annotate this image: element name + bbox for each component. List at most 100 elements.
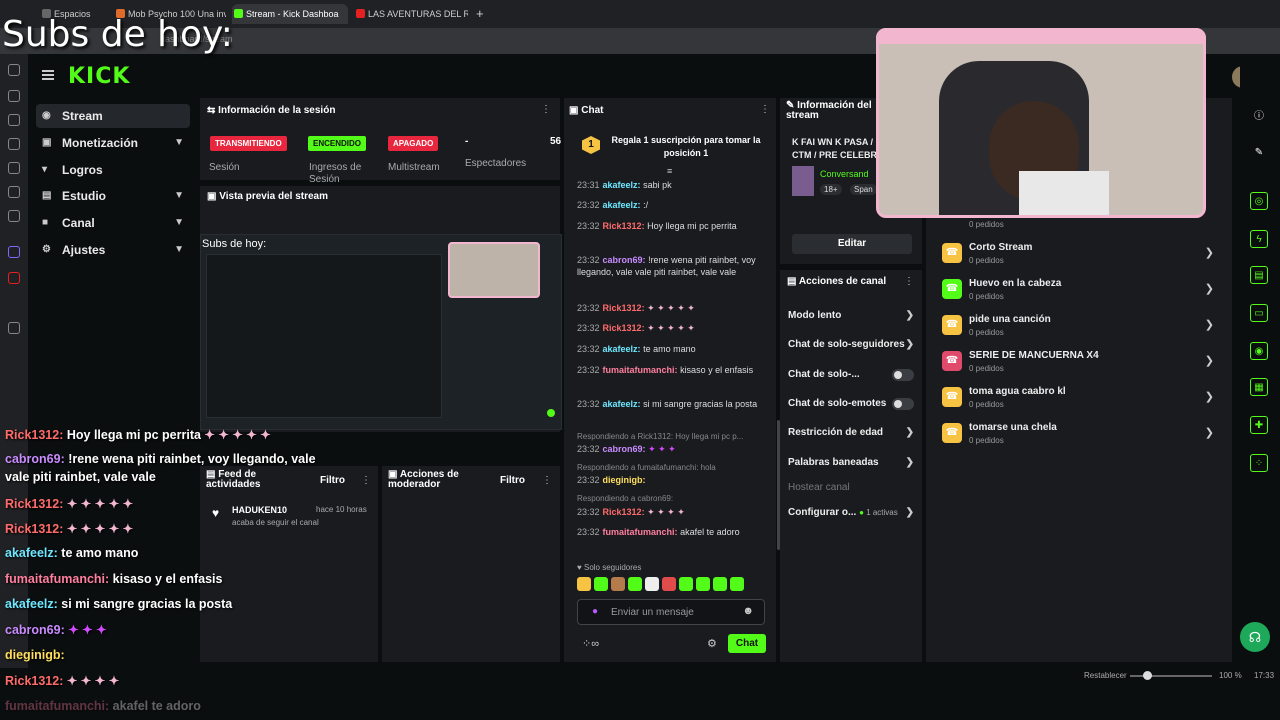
activity-user[interactable]: HADUKEN10 xyxy=(232,505,287,515)
lightning-icon[interactable]: ϟ xyxy=(1250,230,1268,248)
phone-icon: ☎ xyxy=(942,387,962,407)
chat-message[interactable]: 23:32 Rick1312: ✦ ✦ ✦ ✦ ✦ xyxy=(577,322,767,334)
chat-message[interactable]: 23:32 Rick1312: ✦ ✦ ✦ ✦ xyxy=(577,506,767,518)
chat-message[interactable]: 23:32 akafeelz: te amo mano xyxy=(577,343,767,355)
activity-filter-button[interactable]: Filtro xyxy=(320,475,345,486)
add-panel-icon[interactable] xyxy=(8,322,20,334)
configure-action[interactable]: Configurar o... ● 1 activas ❯ xyxy=(788,507,914,518)
slow-mode-action[interactable]: Modo lento ❯ xyxy=(788,310,914,321)
mod-filter-button[interactable]: Filtro xyxy=(500,475,525,486)
chat-message[interactable]: 23:32 Rick1312: Hoy llega mi pc perrita xyxy=(577,220,767,232)
emote-button[interactable] xyxy=(611,577,625,591)
pin-icon[interactable]: ≡ xyxy=(667,166,672,176)
banned-words-action[interactable]: Palabras baneadas ❯ xyxy=(788,457,914,468)
chat-message[interactable]: 23:32 fumaitafumanchi: akafel te adoro xyxy=(577,526,767,538)
sidebar-item-ajustes[interactable]: ⚙ Ajustes ▼ xyxy=(36,238,190,262)
chat-message[interactable]: 23:32 cabron69: !rene wena piti rainbet, … xyxy=(577,254,767,278)
reward-item[interactable]: ☎ toma agua caabro kl 0 pedidos ❯ xyxy=(940,384,1220,414)
reward-item[interactable]: ☎ SERIE DE MANCUERNA X4 0 pedidos ❯ xyxy=(940,348,1220,378)
sidebar-item-monetizacion[interactable]: ▣ Monetización ▼ xyxy=(36,131,190,155)
nodes-icon[interactable]: ⁘ xyxy=(1250,454,1268,472)
category-thumbnail[interactable] xyxy=(792,166,814,196)
tab-youtube[interactable]: LAS AVENTURAS DEL REN xyxy=(354,4,468,24)
reply-context[interactable]: Respondiendo a Rick1312: Hoy llega mi pc… xyxy=(577,431,767,443)
subs-only-toggle[interactable] xyxy=(892,369,914,381)
chat-message[interactable]: 23:32 akafeelz: :/ xyxy=(577,199,767,211)
broadcast-icon[interactable]: ◉ xyxy=(1250,342,1268,360)
microphone-icon[interactable]: ● xyxy=(592,606,598,617)
document-icon[interactable]: ▤ xyxy=(1250,266,1268,284)
emote-button[interactable] xyxy=(577,577,591,591)
chat-message[interactable]: 23:32 akafeelz: si mi sangre gracias la p… xyxy=(577,398,767,410)
zoom-level: 100 % xyxy=(1219,671,1242,680)
chat-message[interactable]: 23:32 Rick1312: ✦ ✦ ✦ ✦ ✦ xyxy=(577,302,767,314)
emote-button[interactable] xyxy=(696,577,710,591)
age-restriction-action[interactable]: Restricción de edad ❯ xyxy=(788,427,914,438)
emote-button[interactable] xyxy=(679,577,693,591)
zoom-slider-handle[interactable] xyxy=(1143,671,1152,680)
reward-item[interactable]: ☎ Corto Stream 0 pedidos ❯ xyxy=(940,240,1220,270)
emote-button[interactable] xyxy=(645,577,659,591)
kick-favicon xyxy=(234,9,243,18)
pencil-icon[interactable]: ✎ xyxy=(1250,144,1268,162)
chat-bubble-icon[interactable]: ▭ xyxy=(1250,304,1268,322)
more-options-icon[interactable]: ⋮ xyxy=(760,104,770,115)
emote-button[interactable] xyxy=(628,577,642,591)
sidebar-item-estudio[interactable]: ▤ Estudio ▼ xyxy=(36,184,190,208)
more-options-icon[interactable]: ⋮ xyxy=(904,276,914,287)
gear-icon[interactable]: ⚙ xyxy=(707,637,717,650)
chat-message[interactable]: 23:32 dieginigb: xyxy=(577,474,767,486)
emote-button[interactable] xyxy=(662,577,676,591)
download-icon[interactable] xyxy=(8,90,20,102)
sidebar-item-canal[interactable]: ■ Canal ▼ xyxy=(36,211,190,235)
emote-row: ✦ ✦ ✦ ✦ xyxy=(647,507,685,517)
tag-age[interactable]: 18+ xyxy=(820,184,842,195)
more-options-icon[interactable]: ⋮ xyxy=(361,475,371,486)
bookmark-icon[interactable] xyxy=(8,64,20,76)
notes-icon[interactable] xyxy=(8,138,20,150)
mail-icon[interactable] xyxy=(8,162,20,174)
music-icon[interactable] xyxy=(8,186,20,198)
vivaldi-icon[interactable] xyxy=(8,272,20,284)
tab-kick-dashboard[interactable]: Stream - Kick Dashboa xyxy=(232,4,348,24)
new-tab-button[interactable]: + xyxy=(474,4,490,24)
emote-button[interactable] xyxy=(730,577,744,591)
reply-context[interactable]: Respondiendo a cabron69: xyxy=(577,493,767,505)
more-options-icon[interactable]: ⋮ xyxy=(541,104,551,115)
more-options-icon[interactable]: ⋮ xyxy=(542,475,552,486)
chat-message[interactable]: 23:31 akafeelz: sabi pk xyxy=(577,179,767,191)
emote-button[interactable] xyxy=(594,577,608,591)
reply-context[interactable]: Respondiendo a fumaitafumanchi: hola xyxy=(577,462,767,474)
edit-stream-button[interactable]: Editar xyxy=(792,234,912,254)
emote-button[interactable] xyxy=(713,577,727,591)
sidebar-item-stream[interactable]: ◉ Stream xyxy=(36,104,190,128)
subs-only-action: Chat de solo-... xyxy=(788,369,914,381)
restore-zoom-button[interactable]: Restablecer xyxy=(1084,671,1127,680)
menu-icon[interactable] xyxy=(42,70,54,80)
mastodon-icon[interactable] xyxy=(8,246,20,258)
reward-item[interactable]: ☎ tomarse una chela 0 pedidos ❯ xyxy=(940,420,1220,450)
chat-message[interactable]: 23:32 fumaitafumanchi: kisaso y el enfasi… xyxy=(577,364,767,376)
wrench-icon[interactable]: ✚ xyxy=(1250,416,1268,434)
info-icon[interactable]: ⓘ xyxy=(1250,108,1268,126)
kick-logo[interactable]: KICK xyxy=(68,64,130,89)
history-icon[interactable] xyxy=(8,114,20,126)
reward-item[interactable]: ☎ pide una canción 0 pedidos ❯ xyxy=(940,312,1220,342)
support-icon[interactable]: ☊ xyxy=(1240,622,1270,652)
emotes-only-toggle[interactable] xyxy=(892,398,914,410)
send-chat-button[interactable]: Chat xyxy=(728,634,766,653)
sidebar-item-logros[interactable]: ▾ Logros xyxy=(36,158,190,182)
tag-language[interactable]: Span xyxy=(850,184,877,195)
emoji-icon[interactable]: ☻ xyxy=(742,605,754,617)
category-name[interactable]: Conversand xyxy=(820,169,869,179)
points-icon[interactable]: ⁘∞ xyxy=(582,637,599,650)
docs-icon[interactable] xyxy=(8,210,20,222)
layout-icon[interactable]: ▦ xyxy=(1250,378,1268,396)
trophy-icon: ▾ xyxy=(42,164,48,175)
reward-item[interactable]: ☎ Huevo en la cabeza 0 pedidos ❯ xyxy=(940,276,1220,306)
gift-sub-text[interactable]: Regala 1 suscripción para tomar la posic… xyxy=(608,134,764,160)
chat-message[interactable]: 23:32 cabron69: ✦ ✦ ✦ xyxy=(577,443,767,455)
target-icon[interactable]: ◎ xyxy=(1250,192,1268,210)
chat-input[interactable]: ● Enviar un mensaje ☻ xyxy=(577,599,765,625)
followers-only-action[interactable]: Chat de solo-seguidores ❯ xyxy=(788,339,914,350)
